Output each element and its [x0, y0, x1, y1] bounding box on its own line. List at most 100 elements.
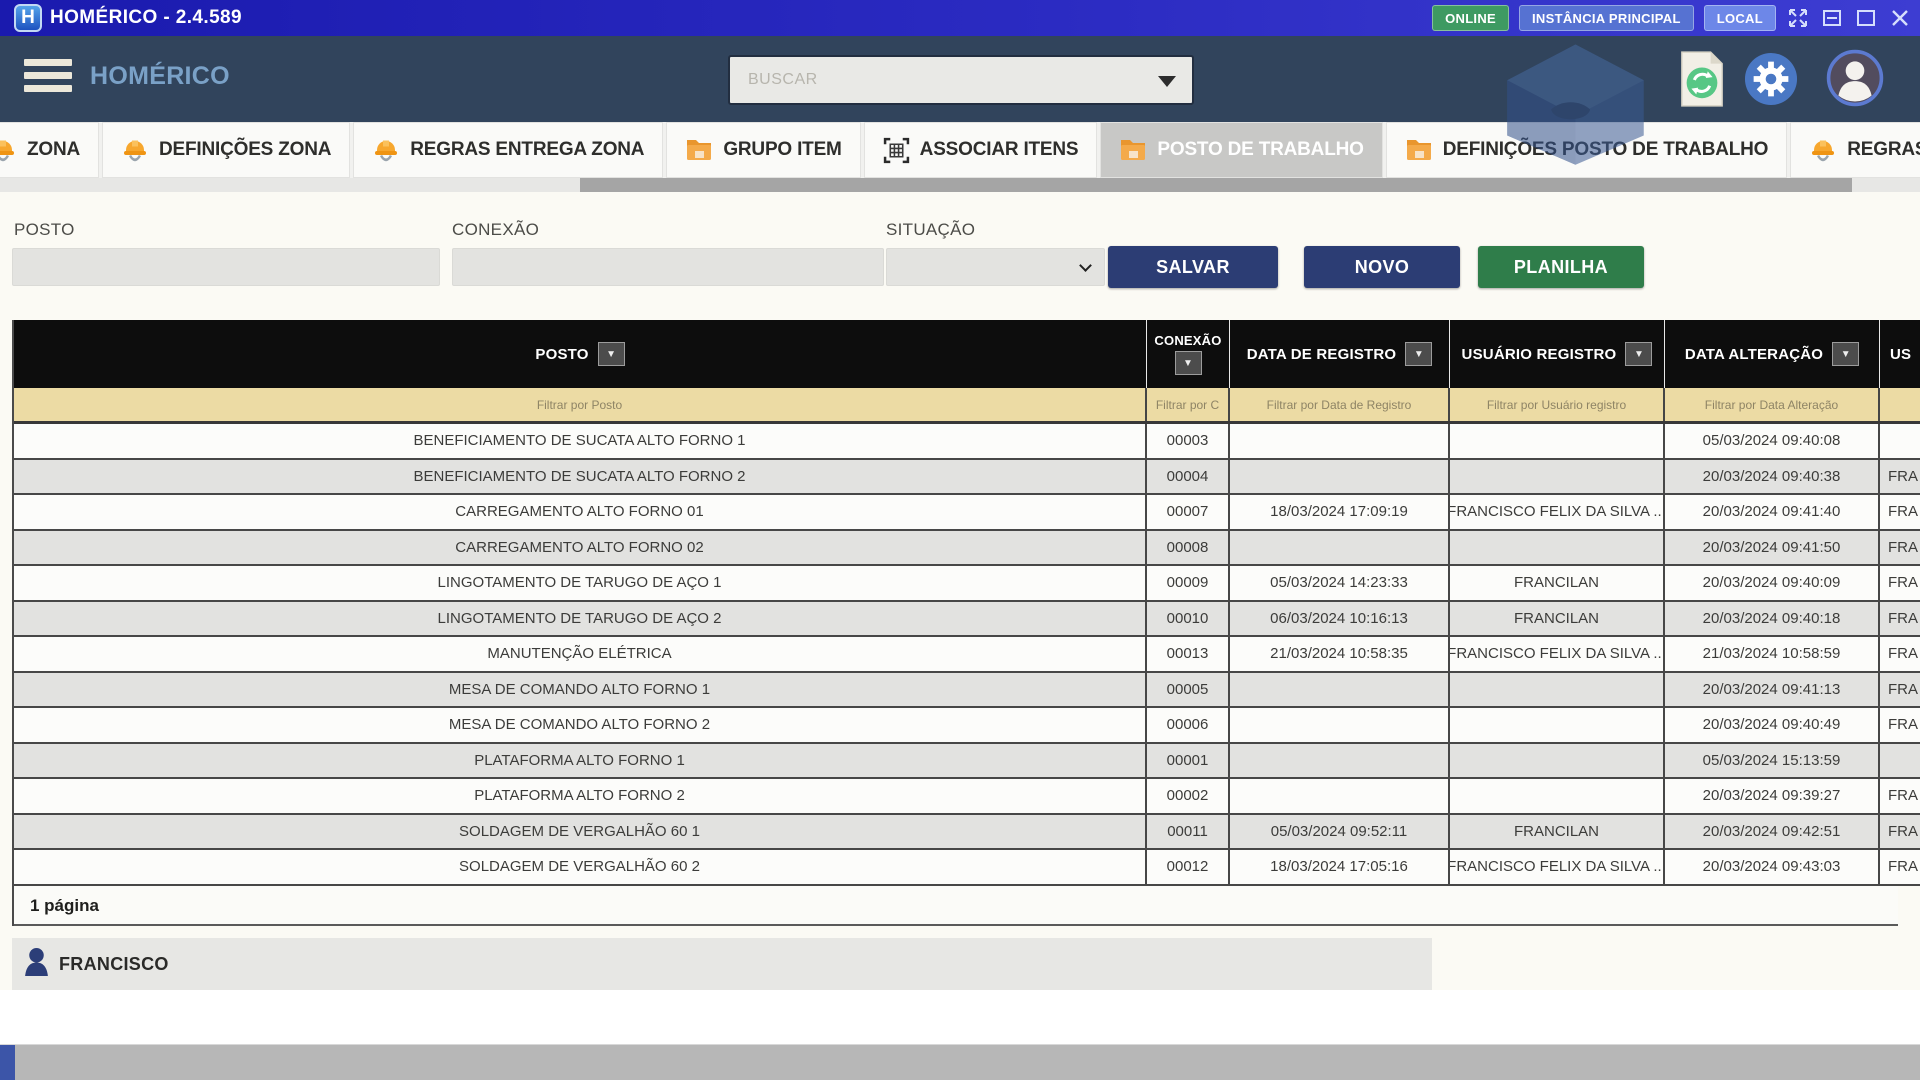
- cell: 00005: [1147, 673, 1230, 707]
- cell: [1450, 424, 1665, 458]
- planilha-button[interactable]: PLANILHA: [1478, 246, 1644, 288]
- helmet-icon: [0, 137, 17, 164]
- cell: MESA DE COMANDO ALTO FORNO 1: [14, 673, 1147, 707]
- tab-scrollbar[interactable]: [0, 178, 1920, 192]
- gear-icon[interactable]: [1744, 52, 1798, 111]
- cell: PLATAFORMA ALTO FORNO 1: [14, 744, 1147, 778]
- situacao-select[interactable]: [886, 248, 1105, 286]
- search-input[interactable]: [728, 55, 1194, 105]
- minimize-button[interactable]: [1820, 6, 1844, 30]
- cell: SOLDAGEM DE VERGALHÃO 60 1: [14, 815, 1147, 849]
- chevron-down-icon: [1079, 259, 1092, 272]
- filter-input[interactable]: [1880, 388, 1920, 421]
- table-row[interactable]: BENEFICIAMENTO DE SUCATA ALTO FORNO 1000…: [14, 424, 1920, 460]
- sort-icon[interactable]: ▼: [1405, 342, 1432, 366]
- cell: FRA: [1880, 673, 1920, 707]
- cell: MESA DE COMANDO ALTO FORNO 2: [14, 708, 1147, 742]
- sort-icon[interactable]: ▼: [1175, 351, 1202, 375]
- cell: [1880, 744, 1920, 778]
- cell: 20/03/2024 09:41:40: [1665, 495, 1880, 529]
- tab-scrollbar-thumb[interactable]: [580, 178, 1852, 192]
- data-grid: POSTO▼CONEXÃO▼DATA DE REGISTRO▼USUÁRIO R…: [12, 320, 1920, 926]
- column-header: CONEXÃO▼: [1147, 320, 1230, 388]
- table-row[interactable]: BENEFICIAMENTO DE SUCATA ALTO FORNO 2000…: [14, 460, 1920, 496]
- table-row[interactable]: SOLDAGEM DE VERGALHÃO 60 10001105/03/202…: [14, 815, 1920, 851]
- tab-regras-entrega-zona[interactable]: REGRAS ENTREGA ZONA: [353, 122, 663, 178]
- taskbar-chip[interactable]: [0, 1045, 15, 1080]
- posto-field[interactable]: [12, 248, 440, 286]
- salvar-button[interactable]: SALVAR: [1108, 246, 1278, 288]
- cell: [1230, 744, 1450, 778]
- sort-icon[interactable]: ▼: [598, 342, 625, 366]
- filter-input[interactable]: Filtrar por Data de Registro: [1230, 388, 1450, 421]
- cell: LINGOTAMENTO DE TARUGO DE AÇO 2: [14, 602, 1147, 636]
- sort-icon[interactable]: ▼: [1832, 342, 1859, 366]
- tab-defini-es-zona[interactable]: DEFINIÇÕES ZONA: [102, 122, 350, 178]
- filter-input[interactable]: Filtrar por Data Alteração: [1665, 388, 1880, 421]
- cell: FRANCISCO FELIX DA SILVA ...: [1450, 850, 1665, 884]
- cell: [1230, 460, 1450, 494]
- filter-input[interactable]: Filtrar por Usuário registro: [1450, 388, 1665, 421]
- cell: [1450, 744, 1665, 778]
- table-row[interactable]: CARREGAMENTO ALTO FORNO 020000820/03/202…: [14, 531, 1920, 567]
- column-header: DATA ALTERAÇÃO ▼: [1665, 320, 1880, 388]
- cell: FRA: [1880, 637, 1920, 671]
- table-row[interactable]: MESA DE COMANDO ALTO FORNO 20000620/03/2…: [14, 708, 1920, 744]
- expand-icon[interactable]: [1786, 6, 1810, 30]
- cell: FRA: [1880, 460, 1920, 494]
- cell: 20/03/2024 09:40:49: [1665, 708, 1880, 742]
- tab-regras-entreg[interactable]: REGRAS ENTREG: [1790, 122, 1920, 178]
- filter-input[interactable]: Filtrar por C: [1147, 388, 1230, 421]
- cell: LINGOTAMENTO DE TARUGO DE AÇO 1: [14, 566, 1147, 600]
- cell: 20/03/2024 09:42:51: [1665, 815, 1880, 849]
- situacao-label: SITUAÇÃO: [886, 220, 975, 240]
- table-row[interactable]: LINGOTAMENTO DE TARUGO DE AÇO 10000905/0…: [14, 566, 1920, 602]
- tab-zona[interactable]: ZONA: [0, 122, 99, 178]
- helmet-icon: [372, 137, 400, 164]
- cell: SOLDAGEM DE VERGALHÃO 60 2: [14, 850, 1147, 884]
- cell: 20/03/2024 09:43:03: [1665, 850, 1880, 884]
- sync-document-icon[interactable]: [1678, 50, 1726, 113]
- sort-icon[interactable]: ▼: [1625, 342, 1652, 366]
- table-row[interactable]: CARREGAMENTO ALTO FORNO 010000718/03/202…: [14, 495, 1920, 531]
- app-logo-icon: H: [14, 4, 42, 32]
- conexao-label: CONEXÃO: [452, 220, 539, 240]
- avatar[interactable]: [1826, 49, 1884, 112]
- cell: 05/03/2024 15:13:59: [1665, 744, 1880, 778]
- cell: [1230, 673, 1450, 707]
- conexao-field[interactable]: [452, 248, 884, 286]
- table-row[interactable]: PLATAFORMA ALTO FORNO 100001 05/03/2024 1…: [14, 744, 1920, 780]
- cell: 05/03/2024 14:23:33: [1230, 566, 1450, 600]
- close-button[interactable]: [1888, 6, 1912, 30]
- table-row[interactable]: PLATAFORMA ALTO FORNO 20000220/03/2024 0…: [14, 779, 1920, 815]
- search-dropdown-icon[interactable]: [1158, 76, 1176, 87]
- cell: 18/03/2024 17:09:19: [1230, 495, 1450, 529]
- pagination: 1 página: [14, 886, 1898, 926]
- cube-logo-icon: [1488, 38, 1663, 173]
- menu-icon[interactable]: [24, 59, 72, 98]
- content: POSTO CONEXÃO SITUAÇÃO SALVAR NOVO PLANI…: [0, 192, 1920, 1044]
- column-header: DATA DE REGISTRO ▼: [1230, 320, 1450, 388]
- cell: FRANCILAN: [1450, 602, 1665, 636]
- tab-posto-de-trabalho[interactable]: POSTO DE TRABALHO: [1100, 122, 1382, 178]
- table-row[interactable]: LINGOTAMENTO DE TARUGO DE AÇO 20001006/0…: [14, 602, 1920, 638]
- tab-associar-itens[interactable]: ASSOCIAR ITENS: [864, 122, 1098, 178]
- novo-button[interactable]: NOVO: [1304, 246, 1460, 288]
- column-label: DATA DE REGISTRO: [1247, 346, 1397, 363]
- cell: 00001: [1147, 744, 1230, 778]
- table-row[interactable]: MESA DE COMANDO ALTO FORNO 10000520/03/2…: [14, 673, 1920, 709]
- cell: 00010: [1147, 602, 1230, 636]
- table-row[interactable]: MANUTENÇÃO ELÉTRICA0001321/03/2024 10:58…: [14, 637, 1920, 673]
- cell: [1880, 424, 1920, 458]
- cell: 21/03/2024 10:58:59: [1665, 637, 1880, 671]
- cell: 00009: [1147, 566, 1230, 600]
- cell: 00013: [1147, 637, 1230, 671]
- filter-input[interactable]: Filtrar por Posto: [14, 388, 1147, 421]
- cell: FRA: [1880, 815, 1920, 849]
- cell: 20/03/2024 09:39:27: [1665, 779, 1880, 813]
- table-row[interactable]: SOLDAGEM DE VERGALHÃO 60 20001218/03/202…: [14, 850, 1920, 886]
- column-label: DATA ALTERAÇÃO: [1685, 346, 1823, 363]
- tab-grupo-item[interactable]: GRUPO ITEM: [666, 122, 860, 178]
- maximize-button[interactable]: [1854, 6, 1878, 30]
- user-icon: [24, 947, 49, 981]
